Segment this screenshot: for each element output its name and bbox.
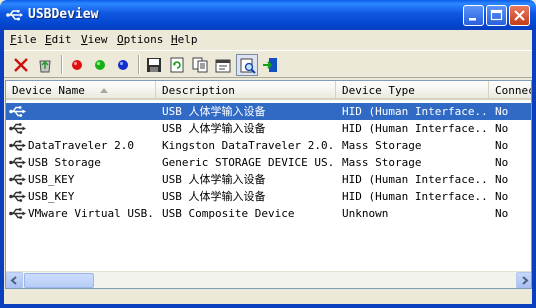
properties-button[interactable] <box>212 54 234 76</box>
cell-name: DataTraveler 2.0 <box>28 139 134 152</box>
maximize-button[interactable] <box>486 5 507 26</box>
window-frame-right <box>532 30 536 308</box>
usb-app-icon <box>6 10 23 21</box>
window-frame-bottom <box>0 304 536 308</box>
cell-description: USB 人体学输入设备 <box>162 122 266 135</box>
menu-file[interactable]: File <box>10 33 37 46</box>
exit-icon <box>263 58 277 72</box>
toolbar <box>4 50 532 78</box>
cell-description: USB Composite Device <box>162 207 295 220</box>
cell-connected: No <box>495 139 509 152</box>
close-icon <box>514 10 525 21</box>
menu-bar: File Edit View Options Help <box>4 30 532 50</box>
menu-options[interactable]: Options <box>117 33 163 46</box>
cell-name <box>6 120 156 137</box>
cell-description: USB 人体学输入设备 <box>162 105 266 118</box>
table-row[interactable]: USB 人体学输入设备 HID (Human Interface... No <box>6 103 531 120</box>
cell-description: Generic STORAGE DEVICE US... <box>162 156 336 169</box>
cell-name: USB_KEY <box>28 190 75 203</box>
toolbar-separator <box>138 55 140 74</box>
red-dot-icon <box>72 60 82 70</box>
maximize-icon <box>490 9 503 21</box>
cell-connected: No <box>495 207 509 220</box>
scroll-left-button[interactable] <box>6 272 23 288</box>
list-header: Device Name Description Device Type Conn… <box>6 81 532 100</box>
cell-type: HID (Human Interface... <box>342 122 489 135</box>
cell-type: Unknown <box>342 207 389 220</box>
device-list[interactable]: Device Name Description Device Type Conn… <box>5 80 532 289</box>
cell-description: USB 人体学输入设备 <box>162 173 266 186</box>
cell-name: VMware Virtual USB... <box>28 207 156 220</box>
table-row[interactable]: DataTraveler 2.0 Kingston DataTraveler 2.… <box>6 137 531 154</box>
cell-connected: No <box>495 156 509 169</box>
cell-description: USB 人体学输入设备 <box>162 190 266 203</box>
cell-name <box>6 103 156 120</box>
copy-icon <box>192 57 208 73</box>
cell-connected: No <box>495 173 509 186</box>
properties-icon <box>215 59 231 73</box>
enable-button[interactable] <box>112 54 134 76</box>
delete-button[interactable] <box>10 54 32 76</box>
cell-type: HID (Human Interface... <box>342 173 489 186</box>
sort-ascending-icon <box>100 88 108 93</box>
cell-type: Mass Storage <box>342 156 422 169</box>
exit-button[interactable] <box>259 54 281 76</box>
column-label: Device Name <box>12 84 85 97</box>
table-row[interactable]: USB_KEY USB 人体学输入设备 HID (Human Interface..… <box>6 171 531 188</box>
chevron-right-icon <box>522 276 529 285</box>
cell-connected: No <box>495 190 509 203</box>
save-icon <box>147 58 161 72</box>
table-row[interactable]: USB Storage Generic STORAGE DEVICE US... M… <box>6 154 531 171</box>
chevron-left-icon <box>10 276 17 285</box>
cell-connected: No <box>495 105 509 118</box>
cell-type: HID (Human Interface... <box>342 105 489 118</box>
connect-button[interactable] <box>89 54 111 76</box>
menu-view[interactable]: View <box>81 33 108 46</box>
scrollbar-thumb[interactable] <box>24 273 94 288</box>
minimize-icon <box>469 18 476 21</box>
blue-dot-icon <box>118 60 128 70</box>
save-button[interactable] <box>143 54 165 76</box>
column-label: Connec <box>495 84 532 97</box>
menu-edit[interactable]: Edit <box>45 33 72 46</box>
cell-type: Mass Storage <box>342 139 422 152</box>
column-header-description[interactable]: Description <box>156 81 336 100</box>
table-row[interactable]: USB 人体学输入设备 HID (Human Interface... No <box>6 120 531 137</box>
cell-description: Kingston DataTraveler 2.0... <box>162 139 336 152</box>
green-dot-icon <box>95 60 105 70</box>
column-label: Device Type <box>342 84 415 97</box>
cell-type: HID (Human Interface... <box>342 190 489 203</box>
table-row[interactable]: USB_KEY USB 人体学输入设备 HID (Human Interface..… <box>6 188 531 205</box>
close-button[interactable] <box>509 5 530 26</box>
toolbar-separator <box>61 55 63 74</box>
copy-button[interactable] <box>189 54 211 76</box>
find-button[interactable] <box>236 54 258 76</box>
table-row[interactable]: VMware Virtual USB... USB Composite Devic… <box>6 205 531 222</box>
recycle-button[interactable] <box>34 54 56 76</box>
refresh-icon <box>170 57 184 73</box>
refresh-button[interactable] <box>166 54 188 76</box>
cell-name: USB_KEY <box>28 173 75 186</box>
delete-icon <box>14 58 28 72</box>
column-label: Description <box>162 84 235 97</box>
column-header-device-name[interactable]: Device Name <box>6 81 156 100</box>
scroll-right-button[interactable] <box>516 272 531 288</box>
menu-help[interactable]: Help <box>171 33 198 46</box>
column-header-connected[interactable]: Connec <box>489 81 532 100</box>
cell-name: USB Storage <box>28 156 101 169</box>
column-header-device-type[interactable]: Device Type <box>336 81 489 100</box>
horizontal-scrollbar[interactable] <box>6 271 531 288</box>
window-title: USBDeview <box>28 7 99 22</box>
recycle-icon <box>39 60 51 73</box>
disconnect-button[interactable] <box>66 54 88 76</box>
cell-connected: No <box>495 122 509 135</box>
title-bar[interactable]: USBDeview <box>0 0 536 30</box>
minimize-button[interactable] <box>463 5 484 26</box>
find-icon <box>240 58 256 74</box>
